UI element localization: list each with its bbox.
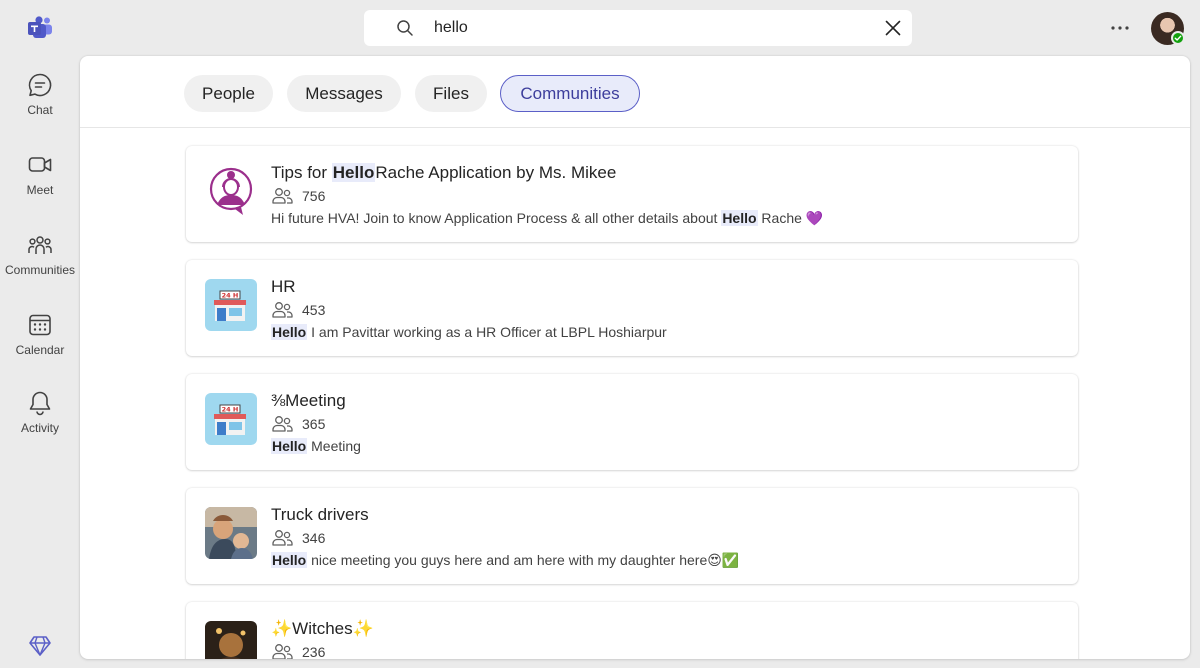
member-count: 236 — [272, 642, 325, 659]
bell-icon — [29, 391, 51, 416]
rail-item-communities[interactable]: Communities — [0, 232, 80, 302]
community-title: HR — [271, 277, 296, 297]
desc-text: Hi future HVA! Join to know Application … — [271, 210, 722, 226]
people-icon — [272, 644, 293, 659]
member-count: 365 — [272, 414, 325, 434]
member-count-value: 756 — [302, 188, 326, 204]
svg-text:24 H: 24 H — [222, 292, 239, 300]
presence-available-icon — [1171, 31, 1185, 45]
desc-highlight: Hello — [271, 324, 308, 340]
search-input[interactable]: hello — [434, 19, 468, 37]
store-24h-icon: 24 H — [205, 393, 257, 445]
woman-headset-logo-icon — [205, 165, 257, 217]
tab-communities[interactable]: Communities — [500, 75, 640, 112]
community-description: Hello Meeting — [271, 438, 361, 454]
member-count: 346 — [272, 528, 325, 548]
result-card[interactable]: 24 H ⅜Meeting 365 Hello Meeting — [186, 374, 1078, 470]
community-title: Truck drivers — [271, 505, 369, 525]
community-title: Tips for HelloRache Application by Ms. M… — [271, 163, 616, 183]
teams-logo-icon[interactable] — [27, 16, 53, 40]
people-icon — [272, 188, 293, 204]
desc-text-rest: Meeting — [307, 438, 361, 454]
result-card[interactable]: 24 H HR 453 Hello I am Pavittar working … — [186, 260, 1078, 356]
title-text: HR — [271, 277, 296, 296]
rail-label-meet: Meet — [26, 183, 54, 197]
desc-text-rest: Rache 💜 — [757, 210, 824, 226]
diamond-icon[interactable] — [28, 634, 52, 658]
title-text: ✨Witches✨ — [271, 619, 374, 638]
community-title: ✨Witches✨ — [271, 619, 374, 639]
communities-icon — [28, 236, 52, 254]
desc-text-rest: I am Pavittar working as a HR Officer at… — [307, 324, 667, 340]
title-text: Truck drivers — [271, 505, 369, 524]
people-icon — [272, 530, 293, 546]
people-icon — [272, 416, 293, 432]
filter-tabs: People Messages Files Communities — [80, 56, 1190, 128]
community-description: Hello nice meeting you guys here and am … — [271, 552, 739, 569]
desc-highlight: Hello — [271, 552, 308, 568]
search-results-panel: People Messages Files Communities Tips f… — [80, 56, 1190, 659]
desc-highlight: Hello — [721, 210, 758, 226]
search-icon — [397, 20, 413, 36]
result-card[interactable]: ✨Witches✨ 236 — [186, 602, 1078, 659]
calendar-icon — [29, 314, 51, 336]
title-text: Tips for — [271, 163, 332, 182]
rail-label-calendar: Calendar — [15, 343, 65, 357]
more-horizontal-icon — [1111, 26, 1129, 30]
desc-text-rest: nice meeting you guys here and am here w… — [307, 552, 740, 568]
svg-text:24 H: 24 H — [222, 406, 239, 414]
result-card[interactable]: Tips for HelloRache Application by Ms. M… — [186, 146, 1078, 242]
rail-item-activity[interactable]: Activity — [0, 390, 80, 460]
rail-label-activity: Activity — [20, 421, 59, 435]
community-description: Hello I am Pavittar working as a HR Offi… — [271, 324, 667, 340]
video-camera-icon — [28, 157, 52, 172]
title-text: ⅜Meeting — [271, 391, 346, 410]
member-count-value: 365 — [302, 416, 326, 432]
community-title: ⅜Meeting — [271, 391, 346, 411]
rail-label-communities: Communities — [4, 263, 76, 277]
community-thumbnail — [205, 165, 257, 217]
community-thumbnail: 24 H — [205, 393, 257, 445]
tab-files[interactable]: Files — [415, 75, 487, 112]
tab-people[interactable]: People — [184, 75, 273, 112]
community-thumbnail — [205, 507, 257, 559]
tab-messages[interactable]: Messages — [287, 75, 401, 112]
result-card[interactable]: Truck drivers 346 Hello nice meeting you… — [186, 488, 1078, 584]
member-count: 453 — [272, 300, 325, 320]
rail-label-chat: Chat — [27, 103, 53, 117]
member-count-value: 346 — [302, 530, 326, 546]
member-count-value: 453 — [302, 302, 326, 318]
close-icon[interactable] — [884, 19, 902, 37]
app-rail: Chat Meet Communities Calendar Activity — [0, 0, 80, 668]
search-box[interactable]: hello — [364, 10, 912, 46]
store-24h-icon: 24 H — [205, 279, 257, 331]
photo-thumbnail-icon — [205, 621, 257, 659]
rail-item-calendar[interactable]: Calendar — [0, 312, 80, 382]
photo-thumbnail-icon — [205, 507, 257, 559]
desc-highlight: Hello — [271, 438, 308, 454]
member-count: 756 — [272, 186, 325, 206]
rail-item-chat[interactable]: Chat — [0, 72, 80, 142]
community-description: Hi future HVA! Join to know Application … — [271, 210, 823, 227]
more-options-button[interactable] — [1106, 16, 1134, 40]
rail-item-meet[interactable]: Meet — [0, 152, 80, 222]
member-count-value: 236 — [302, 644, 326, 659]
community-thumbnail — [205, 621, 257, 659]
people-icon — [272, 302, 293, 318]
chat-icon — [28, 73, 52, 97]
title-highlight: Hello — [331, 163, 376, 182]
title-text-rest: Rache Application by Ms. Mikee — [375, 163, 617, 182]
community-thumbnail: 24 H — [205, 279, 257, 331]
